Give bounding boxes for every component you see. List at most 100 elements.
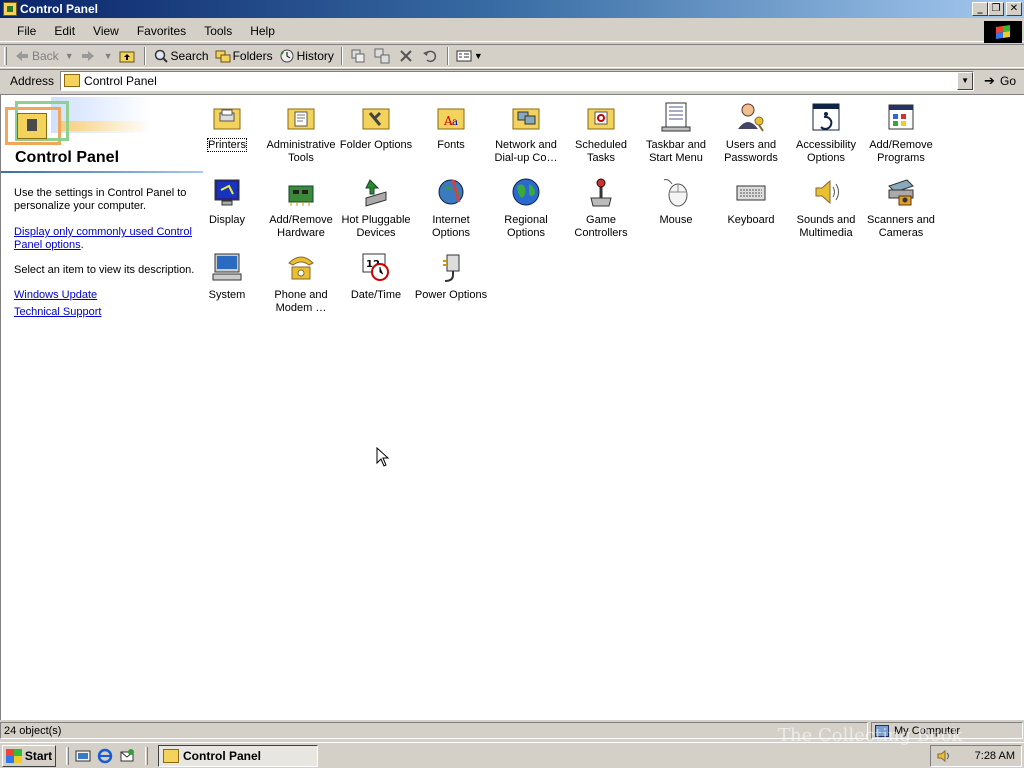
taskbar-control-panel-button[interactable]: Control Panel bbox=[158, 744, 318, 767]
internet-options-icon bbox=[435, 176, 467, 208]
menu-tools[interactable]: Tools bbox=[195, 20, 241, 42]
item-keyboard[interactable]: Keyboard bbox=[714, 170, 788, 227]
item-display[interactable]: Display bbox=[190, 170, 264, 227]
item-scanners-cameras[interactable]: Scanners and Cameras bbox=[864, 170, 938, 240]
menu-view[interactable]: View bbox=[84, 20, 128, 42]
folders-label: Folders bbox=[232, 49, 273, 63]
info-pane-header: Control Panel bbox=[1, 95, 203, 173]
back-button[interactable]: Back bbox=[11, 45, 62, 67]
item-phone-modem[interactable]: Phone and Modem … bbox=[264, 245, 338, 315]
volume-icon[interactable] bbox=[937, 749, 951, 763]
display-common-options-link[interactable]: Display only commonly used Control Panel… bbox=[14, 226, 192, 251]
delete-button[interactable] bbox=[395, 45, 419, 67]
item-date-time[interactable]: 12 Date/Time bbox=[339, 245, 413, 302]
forward-dropdown-icon[interactable]: ▼ bbox=[104, 51, 113, 61]
item-printers[interactable]: Printers bbox=[190, 95, 264, 152]
windows-flag-icon bbox=[5, 748, 22, 763]
menu-bar: File Edit View Favorites Tools Help bbox=[0, 20, 1024, 42]
folders-button[interactable]: Folders bbox=[212, 45, 276, 67]
internet-explorer-icon[interactable] bbox=[97, 748, 113, 764]
search-button[interactable]: Search bbox=[150, 45, 212, 67]
toolbar-separator bbox=[143, 47, 146, 65]
toolbar-grip[interactable] bbox=[4, 47, 7, 65]
address-label: Address bbox=[10, 73, 55, 88]
control-panel-window: Control Panel _ ❐ ✕ File Edit View Favor… bbox=[0, 0, 1024, 740]
go-label: Go bbox=[1000, 73, 1017, 88]
go-button[interactable]: ➔ Go bbox=[984, 72, 1017, 88]
globe-icon bbox=[510, 176, 542, 208]
users-icon bbox=[735, 101, 767, 133]
network-folder-icon bbox=[510, 101, 542, 133]
menu-edit[interactable]: Edit bbox=[45, 20, 84, 42]
history-label: History bbox=[296, 49, 334, 63]
up-button[interactable] bbox=[116, 45, 140, 67]
item-hot-pluggable-devices[interactable]: Hot Pluggable Devices bbox=[339, 170, 413, 240]
back-label: Back bbox=[32, 49, 59, 63]
power-plug-icon bbox=[435, 251, 467, 283]
item-network-dialup[interactable]: Network and Dial-up Co… bbox=[489, 95, 563, 165]
close-button[interactable]: ✕ bbox=[1006, 2, 1022, 16]
address-dropdown-button[interactable]: ▼ bbox=[957, 71, 974, 90]
back-dropdown-icon[interactable]: ▼ bbox=[65, 51, 74, 61]
forward-arrow-icon bbox=[80, 48, 96, 64]
move-to-button[interactable] bbox=[347, 45, 371, 67]
history-button[interactable]: History bbox=[276, 45, 337, 67]
technical-support-link[interactable]: Technical Support bbox=[14, 306, 101, 318]
forward-button[interactable] bbox=[77, 45, 101, 67]
search-label: Search bbox=[170, 49, 209, 63]
show-desktop-icon[interactable] bbox=[75, 748, 91, 764]
item-game-controllers[interactable]: Game Controllers bbox=[564, 170, 638, 240]
windows-logo-icon bbox=[984, 21, 1022, 43]
taskbar-grip[interactable] bbox=[145, 746, 148, 765]
item-regional-options[interactable]: Regional Options bbox=[489, 170, 563, 240]
content-area: Control Panel Use the settings in Contro… bbox=[0, 94, 1024, 720]
add-remove-hardware-icon bbox=[285, 176, 317, 208]
scheduled-tasks-icon bbox=[585, 101, 617, 133]
pane-title: Control Panel bbox=[15, 149, 120, 166]
item-add-remove-hardware[interactable]: Add/Remove Hardware bbox=[264, 170, 338, 240]
menu-favorites[interactable]: Favorites bbox=[128, 20, 195, 42]
quick-launch-grip[interactable] bbox=[66, 746, 69, 765]
item-scheduled-tasks[interactable]: Scheduled Tasks bbox=[564, 95, 638, 165]
item-users-passwords[interactable]: Users and Passwords bbox=[714, 95, 788, 165]
menu-help[interactable]: Help bbox=[241, 20, 284, 42]
status-zone: My Computer bbox=[871, 722, 1023, 739]
item-internet-options[interactable]: Internet Options bbox=[414, 170, 488, 240]
item-taskbar-start-menu[interactable]: Taskbar and Start Menu bbox=[639, 95, 713, 165]
views-button[interactable]: ▼ bbox=[453, 45, 486, 67]
item-folder-options[interactable]: Folder Options bbox=[339, 95, 413, 152]
item-accessibility-options[interactable]: Accessibility Options bbox=[789, 95, 863, 165]
search-icon bbox=[153, 48, 169, 64]
status-zone-label: My Computer bbox=[894, 724, 961, 737]
undo-button[interactable] bbox=[419, 45, 443, 67]
clock[interactable]: 7:28 AM bbox=[975, 750, 1015, 762]
minimize-button[interactable]: _ bbox=[972, 2, 988, 16]
windows-update-link[interactable]: Windows Update bbox=[14, 289, 97, 301]
pane-description: Use the settings in Control Panel to per… bbox=[14, 187, 187, 212]
taskbar: Start Control Panel 7:28 AM bbox=[0, 742, 1024, 768]
item-system[interactable]: System bbox=[190, 245, 264, 302]
item-add-remove-programs[interactable]: Add/Remove Programs bbox=[864, 95, 938, 165]
icon-grid: Printers Administrative Tools Folder Opt… bbox=[203, 95, 1023, 720]
start-button[interactable]: Start bbox=[2, 744, 56, 767]
item-administrative-tools[interactable]: Administrative Tools bbox=[264, 95, 338, 165]
go-arrow-icon: ➔ bbox=[984, 72, 995, 88]
hot-plug-icon bbox=[360, 176, 392, 208]
title-bar[interactable]: Control Panel _ ❐ ✕ bbox=[0, 0, 1024, 18]
item-mouse[interactable]: Mouse bbox=[639, 170, 713, 227]
outlook-express-icon[interactable] bbox=[119, 748, 135, 764]
mouse-icon bbox=[660, 176, 692, 208]
copy-to-button[interactable] bbox=[371, 45, 395, 67]
fonts-folder-icon: Aa bbox=[435, 101, 467, 133]
history-icon bbox=[279, 48, 295, 64]
menu-file[interactable]: File bbox=[8, 20, 45, 42]
mouse-cursor-icon bbox=[376, 447, 390, 467]
item-power-options[interactable]: Power Options bbox=[414, 245, 488, 302]
standard-toolbar: Back ▼ ▼ Search Folders History ▼ bbox=[0, 44, 1024, 68]
item-fonts[interactable]: Aa Fonts bbox=[414, 95, 488, 152]
restore-button[interactable]: ❐ bbox=[988, 2, 1004, 16]
item-sounds-multimedia[interactable]: Sounds and Multimedia bbox=[789, 170, 863, 240]
taskbar-task-label: Control Panel bbox=[183, 748, 262, 763]
views-dropdown-icon: ▼ bbox=[473, 51, 483, 61]
address-input[interactable]: Control Panel ▼ bbox=[60, 70, 975, 91]
